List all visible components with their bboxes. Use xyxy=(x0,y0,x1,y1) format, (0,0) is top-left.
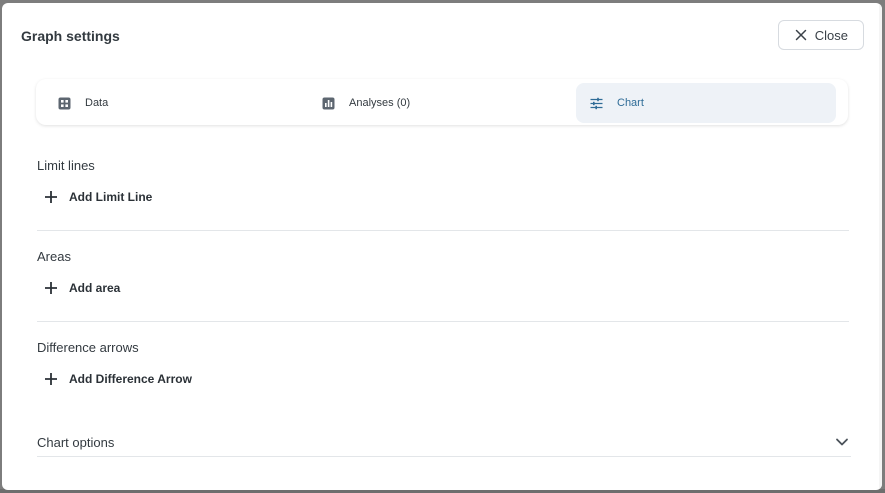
scrollbar-track[interactable] xyxy=(879,3,882,490)
close-button[interactable]: Close xyxy=(777,20,864,50)
sliders-icon xyxy=(590,97,603,109)
add-difference-arrow-button[interactable]: Add Difference Arrow xyxy=(44,372,192,386)
areas-title: Areas xyxy=(37,249,71,264)
add-area-label: Add area xyxy=(69,281,121,295)
dialog-title: Graph settings xyxy=(21,28,120,44)
limit-lines-section: Limit lines Add Limit Line xyxy=(37,158,849,218)
divider xyxy=(37,230,849,231)
divider xyxy=(37,321,849,322)
close-button-label: Close xyxy=(814,27,848,43)
close-icon xyxy=(795,29,806,41)
settings-tabs: Data Analyses (0) Chart xyxy=(36,79,848,125)
add-area-button[interactable]: Add area xyxy=(44,281,120,295)
tab-analyses[interactable]: Analyses (0) xyxy=(316,83,562,123)
areas-section: Areas Add area xyxy=(37,249,849,309)
limit-lines-title: Limit lines xyxy=(37,158,95,173)
graph-settings-dialog: Graph settings Close Data Analyses (0) C… xyxy=(2,3,882,490)
plus-icon xyxy=(45,191,57,203)
tab-chart-label: Chart xyxy=(617,97,644,109)
tab-data-label: Data xyxy=(85,97,109,109)
dialog-header: Graph settings Close xyxy=(2,3,882,69)
add-limit-line-label: Add Limit Line xyxy=(69,190,153,204)
add-limit-line-button[interactable]: Add Limit Line xyxy=(44,190,152,204)
difference-arrows-title: Difference arrows xyxy=(37,340,139,355)
add-difference-arrow-label: Add Difference Arrow xyxy=(69,372,192,386)
tab-analyses-label: Analyses (0) xyxy=(349,97,411,109)
chart-options-toggle[interactable]: Chart options xyxy=(37,428,851,456)
grid-icon xyxy=(58,97,71,109)
chevron-down-icon xyxy=(836,438,848,446)
chart-options-title: Chart options xyxy=(37,434,115,450)
divider xyxy=(37,456,851,457)
difference-arrows-section: Difference arrows Add Difference Arrow xyxy=(37,340,849,400)
plus-icon xyxy=(45,282,57,294)
tab-data[interactable]: Data xyxy=(52,83,298,123)
plus-icon xyxy=(45,373,57,385)
bar-chart-icon xyxy=(322,97,335,109)
tab-chart[interactable]: Chart xyxy=(576,83,836,123)
